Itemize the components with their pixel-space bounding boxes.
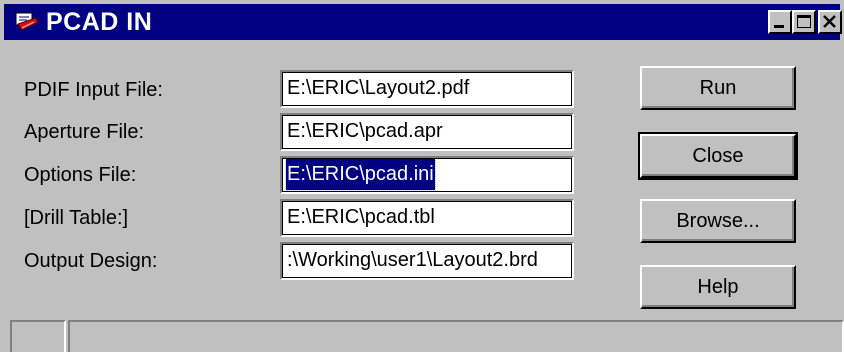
aperture-file-value: E:\ERIC\pcad.apr (287, 120, 443, 142)
help-button[interactable]: Help (640, 265, 796, 309)
run-button[interactable]: Run (640, 66, 796, 110)
pcad-app-icon[interactable] (14, 10, 40, 34)
options-file-field[interactable]: E:\ERIC\pcad.ini (280, 156, 574, 194)
drill-table-value: E:\ERIC\pcad.tbl (287, 206, 435, 228)
maximize-icon (797, 15, 811, 28)
close-window-button[interactable] (818, 10, 842, 34)
drill-table-field[interactable]: E:\ERIC\pcad.tbl (280, 199, 574, 237)
options-file-value: E:\ERIC\pcad.ini (285, 158, 436, 191)
options-file-label: Options File: (24, 164, 137, 186)
status-pane-left (10, 320, 66, 352)
pdif-input-field[interactable]: E:\ERIC\Layout2.pdf (280, 70, 574, 108)
drill-table-label: [Drill Table:] (24, 207, 129, 229)
pcad-in-window: PCAD IN PDIF Input File: Aperture File: … (0, 0, 844, 352)
window-title: PCAD IN (46, 8, 153, 36)
status-pane-main (68, 320, 844, 352)
maximize-button[interactable] (792, 10, 816, 34)
status-bar (0, 318, 844, 352)
browse-button[interactable]: Browse... (640, 199, 796, 243)
minimize-icon (774, 25, 784, 28)
pdif-input-label: PDIF Input File: (24, 79, 163, 101)
aperture-file-label: Aperture File: (24, 121, 145, 143)
output-design-field[interactable]: :\Working\user1\Layout2.brd (280, 242, 574, 280)
aperture-file-field[interactable]: E:\ERIC\pcad.apr (280, 113, 574, 151)
output-design-value: :\Working\user1\Layout2.brd (287, 249, 538, 271)
close-button[interactable]: Close (638, 132, 798, 180)
output-design-label: Output Design: (24, 250, 158, 272)
minimize-button[interactable] (768, 10, 792, 34)
title-bar[interactable]: PCAD IN (4, 4, 842, 40)
pdif-input-value: E:\ERIC\Layout2.pdf (287, 77, 470, 99)
close-icon (823, 15, 836, 28)
